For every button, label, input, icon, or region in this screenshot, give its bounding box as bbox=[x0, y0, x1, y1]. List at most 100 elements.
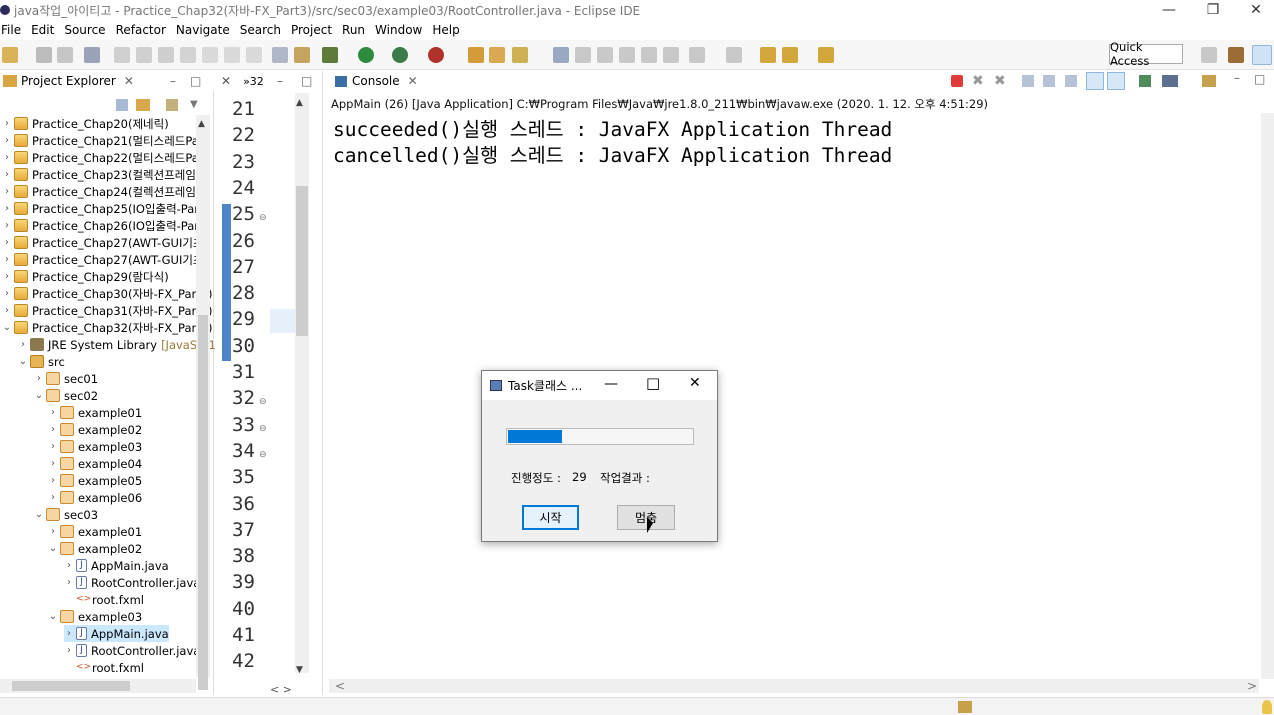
open-type-icon[interactable] bbox=[489, 47, 505, 63]
tree-item[interactable]: › Practice_Chap20(제네릭) bbox=[2, 115, 169, 132]
back-icon[interactable] bbox=[782, 47, 798, 63]
tree-item[interactable]: › example01 bbox=[48, 523, 142, 540]
editor-scroll-down-icon[interactable]: ▼ bbox=[296, 665, 303, 675]
tree-item[interactable]: › Practice_Chap26(IO입출력-Part_ bbox=[2, 217, 209, 234]
tree-item[interactable]: › J AppMain.java bbox=[64, 625, 169, 642]
close-editor-icon[interactable]: ✕ bbox=[221, 74, 231, 88]
remove-all-icon[interactable]: ✖ bbox=[994, 73, 1006, 89]
quick-access-input[interactable]: Quick Access bbox=[1109, 40, 1183, 68]
tree-item[interactable]: › Practice_Chap29(람다식) bbox=[2, 268, 169, 285]
maximize-console-icon[interactable]: □ bbox=[1254, 72, 1265, 86]
menu-source[interactable]: Source bbox=[63, 23, 114, 37]
editor-overflow-tab[interactable]: »32 bbox=[243, 75, 264, 88]
chevron-right-icon[interactable]: › bbox=[48, 441, 58, 452]
annotation-icon[interactable] bbox=[553, 47, 569, 63]
chevron-down-icon[interactable]: ⌄ bbox=[34, 509, 44, 520]
fold-icon[interactable]: ⊖ bbox=[259, 450, 267, 460]
chevron-right-icon[interactable]: › bbox=[18, 339, 28, 350]
step-return-icon[interactable] bbox=[246, 47, 262, 63]
start-button[interactable]: 시작 bbox=[522, 505, 579, 530]
save-all-icon[interactable] bbox=[57, 47, 73, 63]
chevron-right-icon[interactable]: › bbox=[48, 424, 58, 435]
tree-item[interactable]: ⌄ sec02 bbox=[34, 387, 98, 404]
external-tools-icon[interactable] bbox=[428, 47, 444, 63]
tree-item[interactable]: › Practice_Chap30(자바-FX_Part1) bbox=[2, 285, 213, 302]
tree-item[interactable]: ⌄ Practice_Chap32(자바-FX_Part3) bbox=[2, 319, 213, 336]
chevron-right-icon[interactable]: › bbox=[48, 526, 58, 537]
scroll-up-icon[interactable]: ▲ bbox=[198, 119, 205, 129]
tree-item[interactable]: › Practice_Chap21(멀티스레드Par bbox=[2, 132, 204, 149]
tree-item[interactable]: › example04 bbox=[48, 455, 142, 472]
chevron-right-icon[interactable]: › bbox=[2, 118, 12, 129]
tree-item[interactable]: › J RootController.java bbox=[64, 642, 200, 659]
editor-hscroll-arrows[interactable]: < > bbox=[270, 683, 292, 696]
display-console-icon[interactable] bbox=[1162, 75, 1178, 87]
chevron-right-icon[interactable]: › bbox=[2, 254, 12, 265]
highlight-icon[interactable] bbox=[597, 47, 613, 63]
menu-run[interactable]: Run bbox=[341, 23, 374, 37]
tree-item[interactable]: › sec01 bbox=[34, 370, 98, 387]
prev-annotation-icon[interactable] bbox=[726, 47, 742, 63]
console-tab[interactable]: Console bbox=[352, 74, 400, 88]
last-edit-icon[interactable] bbox=[760, 47, 776, 63]
chevron-down-icon[interactable]: ⌄ bbox=[18, 356, 28, 367]
console-vertical-scrollbar[interactable] bbox=[1261, 113, 1274, 679]
minimize-panel-icon[interactable]: – bbox=[170, 74, 176, 88]
tree-item[interactable]: › example05 bbox=[48, 472, 142, 489]
chevron-right-icon[interactable]: › bbox=[2, 305, 12, 316]
chevron-right-icon[interactable]: › bbox=[64, 645, 74, 656]
terminate-console-icon[interactable] bbox=[951, 75, 963, 87]
tree-horizontal-scrollbar[interactable] bbox=[0, 679, 196, 693]
open-perspective-icon[interactable] bbox=[1201, 47, 1217, 63]
chevron-right-icon[interactable]: › bbox=[2, 288, 12, 299]
tree-item[interactable]: › Practice_Chap24(컬렉션프레임워 bbox=[2, 183, 207, 200]
collapse-all-icon[interactable] bbox=[116, 99, 128, 111]
scroll-lock-icon[interactable] bbox=[1043, 75, 1055, 87]
tree-item[interactable]: › J RootController.java bbox=[64, 574, 200, 591]
menu-edit[interactable]: Edit bbox=[30, 23, 63, 37]
tree-item[interactable]: <> root.fxml bbox=[64, 659, 144, 676]
chevron-right-icon[interactable]: › bbox=[2, 186, 12, 197]
chevron-right-icon[interactable]: › bbox=[64, 577, 74, 588]
chevron-right-icon[interactable]: › bbox=[2, 203, 12, 214]
toggle-icon[interactable] bbox=[272, 47, 288, 63]
tree-item[interactable]: › example06 bbox=[48, 489, 142, 506]
tree-item[interactable]: › Practice_Chap31(자바-FX_Part2) bbox=[2, 302, 213, 319]
tree-item[interactable]: › Practice_Chap22(멀티스레드Par bbox=[2, 149, 204, 166]
tree-item[interactable]: › J AppMain.java bbox=[64, 557, 169, 574]
next-annotation-icon[interactable] bbox=[689, 47, 705, 63]
step-over-icon[interactable] bbox=[224, 47, 240, 63]
suspend-icon[interactable] bbox=[136, 47, 152, 63]
tree-vertical-scrollbar[interactable]: ▲ bbox=[196, 115, 210, 690]
dialog-close-icon[interactable]: ✕ bbox=[689, 375, 701, 391]
tree-item[interactable]: › Practice_Chap27(AWT-GUI기초_ bbox=[2, 251, 209, 268]
search-icon[interactable] bbox=[512, 47, 528, 63]
chevron-right-icon[interactable]: › bbox=[48, 407, 58, 418]
show-on-stdout-icon[interactable] bbox=[1086, 72, 1104, 90]
fold-icon[interactable]: ⊖ bbox=[259, 397, 267, 407]
restore-icon[interactable]: ❐ bbox=[1191, 0, 1235, 20]
maximize-editor-icon[interactable]: □ bbox=[301, 74, 312, 88]
tree-item[interactable]: ⌄ sec03 bbox=[34, 506, 98, 523]
chevron-right-icon[interactable]: › bbox=[2, 237, 12, 248]
view-menu-icon[interactable]: ▼ bbox=[190, 99, 198, 110]
chevron-right-icon[interactable]: › bbox=[2, 135, 12, 146]
tree-item[interactable]: › Practice_Chap27(AWT-GUI기초_ bbox=[2, 234, 209, 251]
close-icon[interactable]: ✕ bbox=[1234, 0, 1274, 20]
link-editor-icon[interactable] bbox=[136, 99, 150, 111]
open-console-icon[interactable] bbox=[1202, 75, 1216, 87]
fold-icon[interactable]: ⊖ bbox=[259, 213, 267, 223]
minimize-console-icon[interactable]: – bbox=[1234, 71, 1240, 85]
debug-icon[interactable] bbox=[322, 47, 338, 63]
skip-breakpoints-icon[interactable] bbox=[84, 47, 100, 63]
step-into-icon[interactable] bbox=[202, 47, 218, 63]
menu-file[interactable]: File bbox=[0, 23, 30, 37]
terminate-icon[interactable] bbox=[158, 47, 174, 63]
editor-scroll-thumb[interactable] bbox=[296, 186, 308, 336]
close-tab-icon[interactable]: ✕ bbox=[124, 74, 134, 88]
save-icon[interactable] bbox=[36, 47, 52, 63]
remove-launch-icon[interactable]: ✖ bbox=[972, 73, 984, 89]
tip-icon[interactable] bbox=[1262, 700, 1272, 714]
editor-vertical-scrollbar[interactable]: ▲ ▼ bbox=[295, 93, 309, 675]
java-perspective-icon[interactable] bbox=[1228, 47, 1244, 63]
